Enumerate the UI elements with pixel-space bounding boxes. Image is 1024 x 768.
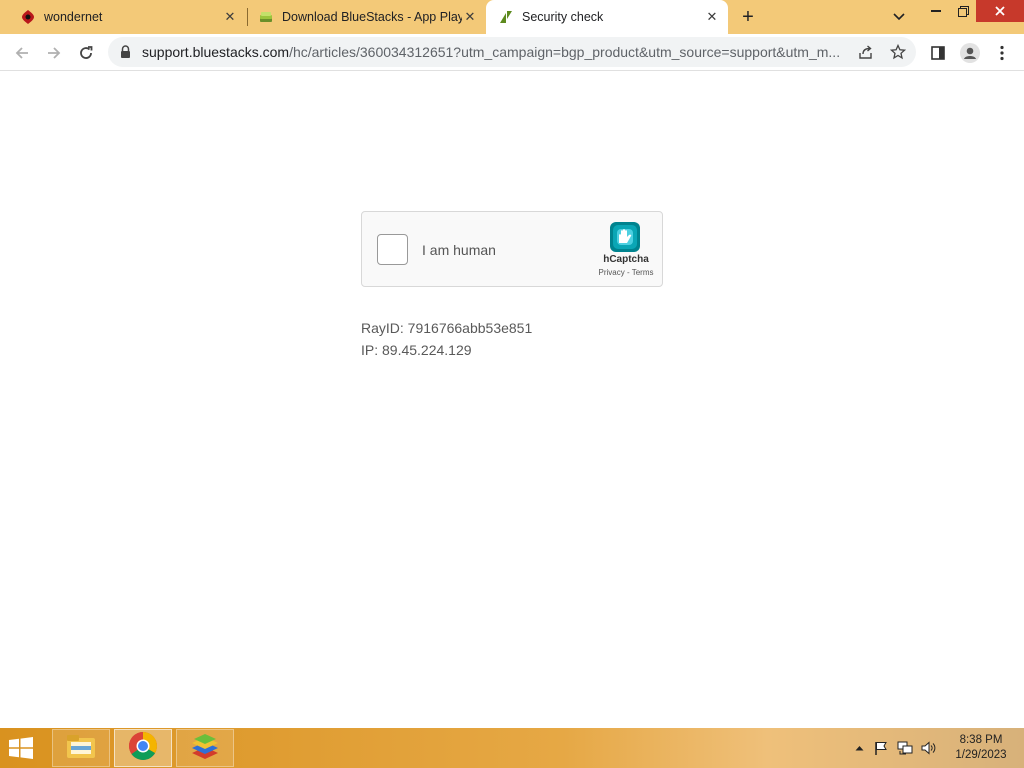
address-bar[interactable]: support.bluestacks.com/hc/articles/36003… — [108, 37, 916, 67]
taskbar-file-explorer[interactable] — [52, 729, 110, 767]
url-text[interactable]: support.bluestacks.com/hc/articles/36003… — [142, 44, 848, 60]
network-icon[interactable] — [896, 740, 914, 756]
url-host: support.bluestacks.com — [142, 44, 290, 60]
tab-wondernet[interactable]: wondernet ✕ — [0, 0, 246, 34]
show-hidden-icons-chevron-icon[interactable] — [850, 740, 868, 756]
action-center-flag-icon[interactable] — [872, 740, 890, 756]
tab-security-check[interactable]: Security check ✕ — [486, 0, 728, 34]
tab-title: Download BlueStacks - App Playe — [282, 10, 462, 24]
ray-id-text: RayID: 7916766abb53e851 — [361, 320, 533, 336]
minimize-button[interactable] — [922, 0, 950, 22]
windows-start-icon[interactable] — [6, 736, 40, 762]
taskbar: 8:38 PM 1/29/2023 — [0, 728, 1024, 768]
file-explorer-icon — [65, 732, 97, 765]
tab-bluestacks-download[interactable]: Download BlueStacks - App Playe ✕ — [248, 0, 486, 34]
hcaptcha-widget: I am human hCaptcha Privacy - Terms — [361, 211, 663, 287]
close-window-button[interactable] — [976, 0, 1024, 22]
tab-title: wondernet — [44, 10, 103, 24]
link-separator: - — [624, 268, 632, 277]
system-clock[interactable]: 8:38 PM 1/29/2023 — [948, 733, 1014, 763]
hcaptcha-logo-icon[interactable] — [608, 220, 642, 254]
forward-icon[interactable] — [40, 39, 68, 67]
restore-button[interactable] — [950, 0, 976, 22]
side-panel-icon[interactable] — [924, 39, 952, 67]
reload-icon[interactable] — [72, 39, 100, 67]
tab-search-chevron-icon[interactable] — [888, 5, 910, 29]
bluestacks-icon — [258, 9, 274, 25]
profile-avatar-icon[interactable] — [956, 39, 984, 67]
chrome-icon — [128, 731, 158, 766]
share-icon[interactable] — [856, 42, 876, 62]
human-checkbox[interactable] — [377, 234, 408, 265]
menu-kebab-icon[interactable] — [988, 39, 1016, 67]
ip-address-text: IP: 89.45.224.129 — [361, 342, 472, 358]
taskbar-chrome[interactable] — [114, 729, 172, 767]
terms-link[interactable]: Terms — [632, 268, 654, 277]
lock-icon — [120, 45, 131, 63]
volume-icon[interactable] — [920, 740, 938, 756]
hcaptcha-links: Privacy - Terms — [592, 268, 660, 277]
wondernet-icon — [20, 9, 36, 25]
taskbar-bluestacks[interactable] — [176, 729, 234, 767]
browser-toolbar: support.bluestacks.com/hc/articles/36003… — [0, 34, 1024, 71]
zendesk-icon — [498, 9, 514, 25]
bookmark-star-icon[interactable] — [888, 42, 908, 62]
close-icon[interactable]: ✕ — [704, 9, 720, 25]
checkbox-label: I am human — [422, 242, 496, 258]
clock-date: 1/29/2023 — [955, 749, 1007, 761]
privacy-link[interactable]: Privacy — [599, 268, 625, 277]
clock-time: 8:38 PM — [959, 734, 1003, 746]
url-path: /hc/articles/360034312651?utm_campaign=b… — [289, 44, 841, 60]
hcaptcha-brand: hCaptcha — [603, 254, 649, 265]
close-icon[interactable]: ✕ — [462, 9, 478, 25]
tab-strip: wondernet ✕ Download BlueStacks - App Pl… — [0, 0, 1024, 34]
back-icon[interactable] — [8, 39, 36, 67]
bluestacks-icon — [189, 731, 221, 766]
tab-title: Security check — [522, 10, 604, 24]
new-tab-button[interactable]: + — [736, 5, 760, 29]
close-icon[interactable]: ✕ — [222, 9, 238, 25]
